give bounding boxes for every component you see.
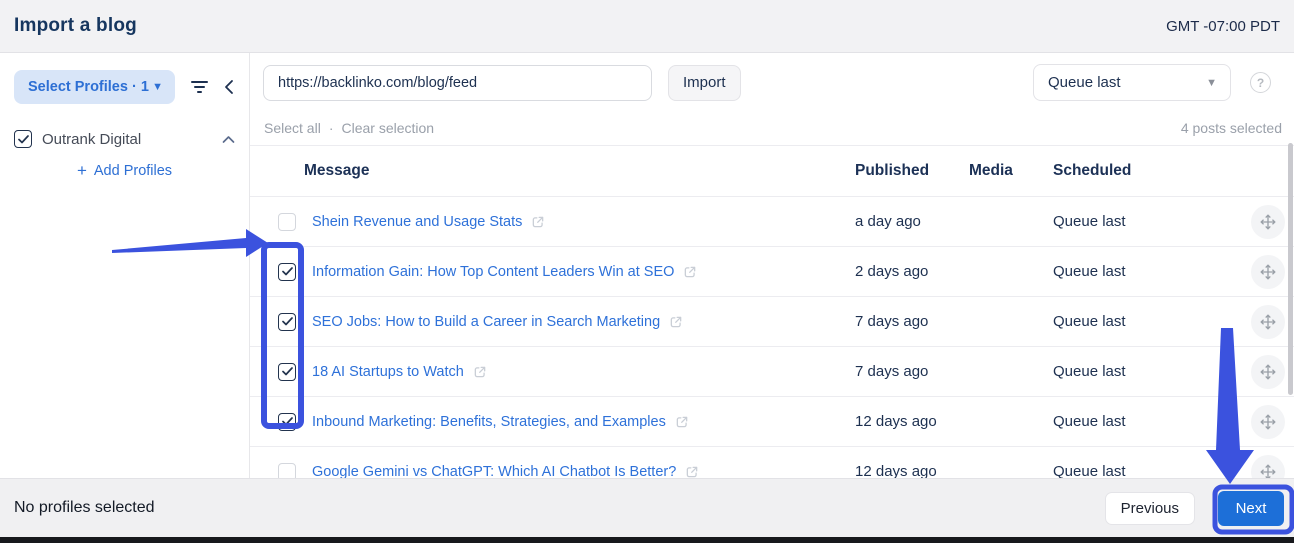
- reorder-button[interactable]: [1251, 204, 1285, 239]
- external-link-icon[interactable]: [683, 265, 697, 279]
- table-row: Inbound Marketing: Benefits, Strategies,…: [250, 397, 1294, 447]
- import-blog-window: Import a blog GMT -07:00 PDT Select Prof…: [0, 0, 1294, 543]
- queue-mode-value: Queue last: [1048, 74, 1121, 91]
- add-profiles-label: Add Profiles: [93, 163, 173, 179]
- post-scheduled: Queue last: [1053, 263, 1126, 280]
- reorder-button[interactable]: [1251, 404, 1285, 439]
- external-link-icon[interactable]: [675, 415, 689, 429]
- chevron-up-icon[interactable]: [222, 135, 235, 144]
- reorder-button[interactable]: [1251, 304, 1285, 339]
- selected-count-label: 4 posts selected: [1180, 120, 1282, 136]
- post-published: 2 days ago: [855, 263, 929, 280]
- clear-selection-button[interactable]: Clear selection: [341, 120, 434, 136]
- footer-status: No profiles selected: [14, 499, 155, 516]
- external-link-icon[interactable]: [531, 215, 545, 229]
- chevron-down-icon: ▼: [152, 81, 163, 93]
- posts-table-header: Message Published Media Scheduled: [250, 145, 1294, 197]
- next-button[interactable]: Next: [1218, 490, 1284, 526]
- add-profiles-button[interactable]: + Add Profiles: [0, 161, 249, 181]
- post-scheduled: Queue last: [1053, 463, 1126, 478]
- post-scheduled: Queue last: [1053, 413, 1126, 430]
- post-checkbox[interactable]: [278, 362, 296, 381]
- post-checkbox[interactable]: [278, 462, 296, 478]
- profiles-sidebar: Select Profiles · 1 ▼ Outrank Digital +: [0, 53, 250, 478]
- chevron-down-icon: ▼: [1206, 76, 1217, 89]
- profile-group-name: Outrank Digital: [42, 130, 142, 148]
- page-title: Import a blog: [14, 15, 137, 36]
- check-icon: [281, 417, 293, 426]
- external-link-icon[interactable]: [685, 465, 699, 479]
- post-title-link[interactable]: SEO Jobs: How to Build a Career in Searc…: [312, 314, 660, 330]
- post-title-link[interactable]: Google Gemini vs ChatGPT: Which AI Chatb…: [312, 464, 676, 479]
- post-title-link[interactable]: Shein Revenue and Usage Stats: [312, 214, 522, 230]
- post-title-link[interactable]: Information Gain: How Top Content Leader…: [312, 264, 674, 280]
- check-icon: [281, 317, 293, 326]
- reorder-button[interactable]: [1251, 254, 1285, 289]
- table-row: Information Gain: How Top Content Leader…: [250, 247, 1294, 297]
- bottom-edge-bar: [0, 537, 1294, 543]
- post-title-link[interactable]: 18 AI Startups to Watch: [312, 364, 464, 380]
- column-header-scheduled: Scheduled: [1053, 162, 1132, 179]
- select-all-button[interactable]: Select all: [264, 120, 321, 136]
- select-profiles-dropdown[interactable]: Select Profiles · 1 ▼: [14, 70, 175, 104]
- filter-icon: [190, 81, 208, 83]
- posts-table: Message Published Media Scheduled Shein …: [250, 145, 1294, 478]
- move-icon: [1260, 414, 1276, 429]
- check-icon: [17, 134, 29, 143]
- table-row: Google Gemini vs ChatGPT: Which AI Chatb…: [250, 447, 1294, 478]
- post-scheduled: Queue last: [1053, 213, 1126, 230]
- post-checkbox[interactable]: [278, 312, 296, 331]
- queue-mode-dropdown[interactable]: Queue last ▼: [1033, 64, 1231, 101]
- post-published: 12 days ago: [855, 463, 937, 478]
- select-profiles-label: Select Profiles · 1: [28, 79, 149, 95]
- feed-url-input[interactable]: [263, 64, 652, 101]
- import-toolbar: Import Queue last ▼ ?: [250, 53, 1294, 101]
- post-title-link[interactable]: Inbound Marketing: Benefits, Strategies,…: [312, 414, 666, 430]
- table-row: Shein Revenue and Usage Stats a day ago …: [250, 197, 1294, 247]
- selection-bar: Select all · Clear selection 4 posts sel…: [250, 101, 1294, 136]
- filter-profiles-button[interactable]: [188, 76, 210, 98]
- post-published: 12 days ago: [855, 413, 937, 430]
- previous-button[interactable]: Previous: [1104, 491, 1195, 525]
- top-bar: Import a blog GMT -07:00 PDT: [0, 0, 1294, 53]
- post-checkbox[interactable]: [278, 212, 296, 231]
- footer-bar: No profiles selected Previous Next: [0, 478, 1294, 537]
- main-panel: Import Queue last ▼ ? Select all · Clear…: [250, 53, 1294, 478]
- post-published: 7 days ago: [855, 363, 929, 380]
- collapse-sidebar-button[interactable]: [222, 79, 236, 95]
- move-icon: [1260, 464, 1276, 478]
- move-icon: [1260, 364, 1276, 379]
- post-published: a day ago: [855, 213, 921, 230]
- posts-table-body: Shein Revenue and Usage Stats a day ago …: [250, 197, 1294, 478]
- profile-group-checkbox[interactable]: [14, 130, 32, 148]
- column-header-media: Media: [969, 162, 1013, 179]
- column-header-published: Published: [855, 162, 930, 179]
- move-icon: [1260, 264, 1276, 279]
- reorder-button[interactable]: [1251, 354, 1285, 389]
- content-area: Select Profiles · 1 ▼ Outrank Digital +: [0, 53, 1294, 478]
- chevron-left-icon: [225, 80, 233, 94]
- post-checkbox[interactable]: [278, 262, 296, 281]
- plus-icon: +: [76, 161, 87, 180]
- post-checkbox[interactable]: [278, 412, 296, 431]
- help-icon[interactable]: ?: [1250, 72, 1271, 93]
- separator-dot: ·: [328, 120, 334, 136]
- reorder-button[interactable]: [1251, 454, 1285, 478]
- move-icon: [1260, 314, 1276, 329]
- external-link-icon[interactable]: [669, 315, 683, 329]
- table-row: 18 AI Startups to Watch 7 days ago Queue…: [250, 347, 1294, 397]
- post-scheduled: Queue last: [1053, 363, 1126, 380]
- external-link-icon[interactable]: [473, 365, 487, 379]
- post-scheduled: Queue last: [1053, 313, 1126, 330]
- timezone-label: GMT -07:00 PDT: [1166, 17, 1280, 35]
- check-icon: [281, 367, 293, 376]
- table-row: SEO Jobs: How to Build a Career in Searc…: [250, 297, 1294, 347]
- profile-group-row: Outrank Digital: [14, 130, 235, 148]
- check-icon: [281, 267, 293, 276]
- vertical-scrollbar[interactable]: [1288, 143, 1293, 395]
- post-published: 7 days ago: [855, 313, 929, 330]
- column-header-message: Message: [304, 162, 370, 179]
- move-icon: [1260, 214, 1276, 229]
- import-button[interactable]: Import: [668, 64, 741, 101]
